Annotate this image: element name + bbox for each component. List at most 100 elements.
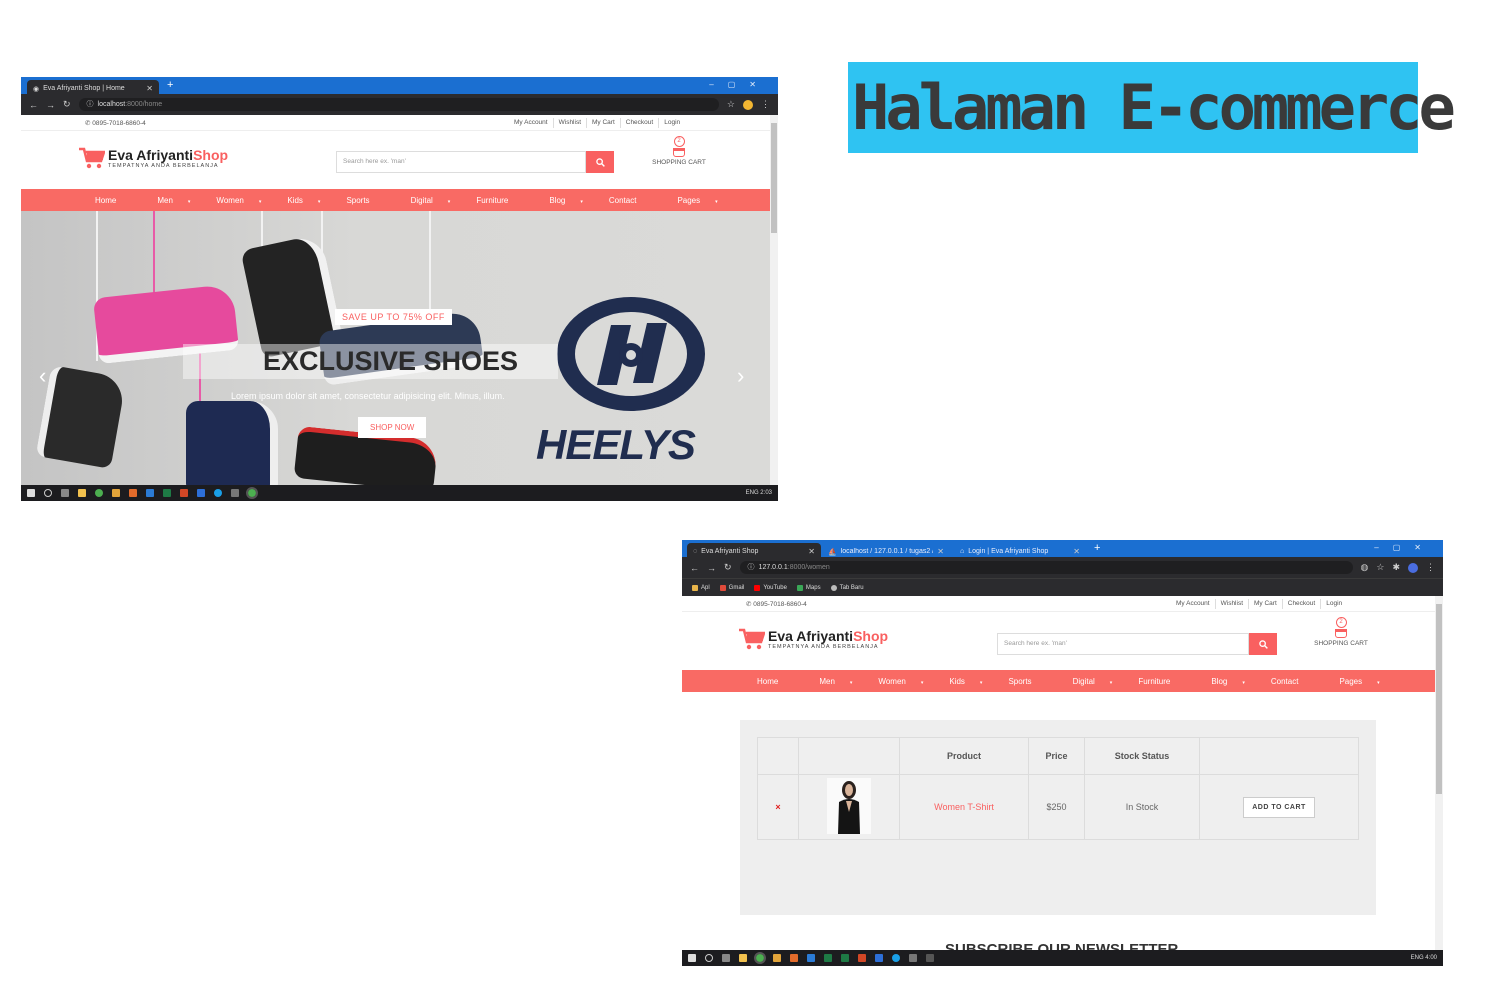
bookmark-apps[interactable]: Apl (692, 584, 710, 591)
excel-icon[interactable] (163, 489, 171, 497)
search-taskbar-icon[interactable] (705, 954, 713, 962)
page-scrollbar[interactable] (770, 115, 778, 485)
bookmark-youtube[interactable]: YouTube (754, 584, 787, 591)
bookmark-gmail[interactable]: Gmail (719, 584, 744, 591)
search-input[interactable]: Search here ex. 'man' (997, 633, 1249, 655)
nav-kids[interactable]: Kids ▾ (287, 196, 333, 205)
app-icon[interactable] (129, 489, 137, 497)
link-my-account[interactable]: My Account (1171, 599, 1215, 609)
nav-home[interactable]: Home (95, 196, 144, 205)
url-field[interactable]: ⓘ localhost:8000/home (78, 98, 719, 111)
new-tab-button[interactable]: + (167, 79, 173, 91)
nav-men[interactable]: Men ▾ (157, 196, 203, 205)
eye-off-icon[interactable]: ◍ (1361, 562, 1369, 573)
star-icon[interactable]: ☆ (1376, 562, 1384, 573)
windows-start-icon[interactable] (688, 954, 696, 962)
edge-icon[interactable] (214, 489, 222, 497)
app-icon[interactable] (231, 489, 239, 497)
app-icon[interactable] (146, 489, 154, 497)
page-scrollbar[interactable] (1435, 596, 1443, 950)
url-field[interactable]: ⓘ 127.0.0.1:8000/women (739, 561, 1353, 574)
reload-icon[interactable]: ↻ (724, 562, 732, 573)
nav-digital[interactable]: Digital ▾ (411, 196, 464, 205)
nav-blog[interactable]: Blog ▾ (549, 196, 596, 205)
window-controls[interactable]: –▢✕ (1374, 543, 1435, 552)
bookmark-new-tab[interactable]: Tab Baru (830, 584, 864, 591)
back-icon[interactable]: ← (29, 100, 38, 110)
excel-icon[interactable] (824, 954, 832, 962)
windows-start-icon[interactable] (27, 489, 35, 497)
taskview-icon[interactable] (722, 954, 730, 962)
link-my-cart[interactable]: My Cart (1248, 599, 1282, 609)
menu-icon[interactable]: ⋮ (1426, 562, 1435, 573)
nav-kids[interactable]: Kids ▾ (949, 677, 995, 686)
chrome-active-icon[interactable] (246, 487, 258, 499)
bookmark-maps[interactable]: Maps (796, 584, 821, 591)
search-button[interactable] (1249, 633, 1277, 655)
nav-sports[interactable]: Sports (346, 196, 397, 205)
nav-pages[interactable]: Pages ▾ (1339, 677, 1392, 686)
shopping-cart[interactable]: 2 SHOPPING CART (1305, 617, 1377, 647)
forward-icon[interactable]: → (46, 100, 55, 110)
star-icon[interactable]: ☆ (727, 99, 735, 110)
edge-icon[interactable] (892, 954, 900, 962)
nav-men[interactable]: Men ▾ (819, 677, 865, 686)
close-tab-icon[interactable]: ✕ (937, 547, 944, 556)
site-logo[interactable]: Eva AfriyantiShop TEMPATNYA ANDA BERBELA… (79, 147, 228, 169)
reload-icon[interactable]: ↻ (63, 99, 71, 110)
chrome-icon[interactable] (95, 489, 103, 497)
nav-home[interactable]: Home (757, 677, 806, 686)
chevron-right-icon[interactable]: › (737, 363, 744, 389)
app-icon[interactable] (909, 954, 917, 962)
chrome-active-icon[interactable] (754, 952, 766, 964)
new-tab-button[interactable]: + (1094, 542, 1100, 554)
nav-contact[interactable]: Contact (609, 196, 665, 205)
close-tab-icon[interactable]: ✕ (1073, 547, 1080, 556)
link-checkout[interactable]: Checkout (1281, 599, 1320, 609)
shop-now-button[interactable]: SHOP NOW (358, 417, 427, 438)
scrollbar-thumb[interactable] (771, 123, 777, 233)
link-wishlist[interactable]: Wishlist (552, 118, 586, 128)
menu-icon[interactable]: ⋮ (761, 99, 770, 110)
link-checkout[interactable]: Checkout (619, 118, 658, 128)
chevron-left-icon[interactable]: ‹ (39, 363, 46, 389)
powerpoint-icon[interactable] (180, 489, 188, 497)
search-taskbar-icon[interactable] (44, 489, 52, 497)
search-button[interactable] (586, 151, 614, 173)
close-tab-icon[interactable]: ✕ (808, 547, 815, 556)
nav-women[interactable]: Women ▾ (216, 196, 274, 205)
app-icon[interactable] (773, 954, 781, 962)
window-controls[interactable]: –▢✕ (709, 80, 770, 89)
nav-women[interactable]: Women ▾ (878, 677, 936, 686)
link-my-cart[interactable]: My Cart (586, 118, 620, 128)
nav-digital[interactable]: Digital ▾ (1073, 677, 1126, 686)
nav-blog[interactable]: Blog ▾ (1211, 677, 1258, 686)
explorer-icon[interactable] (739, 954, 747, 962)
app-icon[interactable] (112, 489, 120, 497)
nav-sports[interactable]: Sports (1008, 677, 1059, 686)
site-logo[interactable]: Eva AfriyantiShop TEMPATNYA ANDA BERBELA… (739, 628, 888, 650)
link-login[interactable]: Login (658, 118, 685, 128)
taskview-icon[interactable] (61, 489, 69, 497)
forward-icon[interactable]: → (707, 563, 716, 573)
nav-furniture[interactable]: Furniture (1138, 677, 1198, 686)
excel-icon[interactable] (841, 954, 849, 962)
app-icon[interactable] (197, 489, 205, 497)
powerpoint-icon[interactable] (858, 954, 866, 962)
nav-furniture[interactable]: Furniture (476, 196, 536, 205)
app-icon[interactable] (790, 954, 798, 962)
app-icon[interactable] (875, 954, 883, 962)
product-link[interactable]: Women T-Shirt (934, 802, 994, 812)
shopping-cart[interactable]: 2 SHOPPING CART (643, 136, 715, 166)
link-login[interactable]: Login (1320, 599, 1347, 609)
remove-item-icon[interactable]: × (775, 802, 780, 812)
profile-icon[interactable] (1408, 562, 1418, 573)
nav-pages[interactable]: Pages ▾ (677, 196, 730, 205)
link-wishlist[interactable]: Wishlist (1214, 599, 1248, 609)
product-thumbnail[interactable] (827, 778, 871, 834)
scrollbar-thumb[interactable] (1436, 604, 1442, 794)
back-icon[interactable]: ← (690, 563, 699, 573)
link-my-account[interactable]: My Account (509, 118, 553, 128)
profile-icon[interactable] (743, 99, 753, 110)
app-icon[interactable] (807, 954, 815, 962)
